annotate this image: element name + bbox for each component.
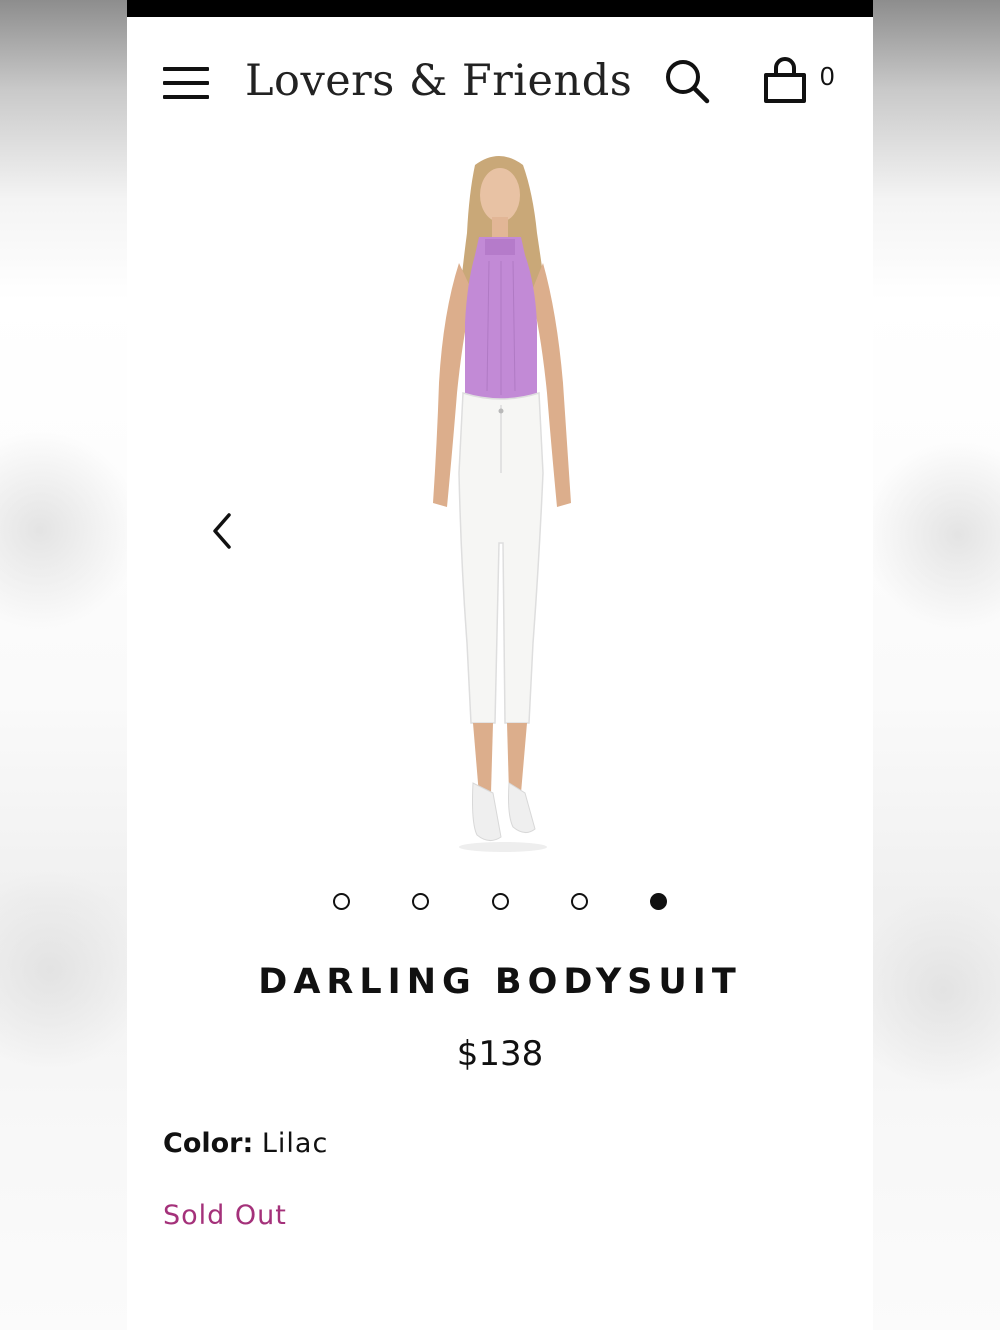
brand-logo[interactable]: Lovers & Friends — [245, 53, 632, 109]
product-photo[interactable] — [397, 143, 607, 855]
gallery-pagination — [127, 890, 873, 914]
color-label: Color: — [163, 1128, 254, 1159]
menu-icon[interactable] — [163, 65, 209, 101]
cart-count: 0 — [820, 61, 835, 91]
availability-status: Sold Out — [163, 1200, 287, 1231]
backdrop-left — [0, 0, 140, 1330]
shopping-bag-icon[interactable] — [761, 55, 809, 105]
site-header: Lovers & Friends 0 — [127, 17, 873, 135]
gallery-dot-1[interactable] — [333, 893, 350, 910]
color-selection: Color: Lilac — [163, 1128, 328, 1159]
backdrop-right — [853, 0, 1000, 1330]
status-bar — [127, 0, 873, 17]
gallery-dot-2[interactable] — [412, 893, 429, 910]
gallery-dot-4[interactable] — [571, 893, 588, 910]
gallery-dot-5[interactable] — [650, 893, 667, 910]
app-screen: Lovers & Friends 0 DARLING BODYSUIT $138… — [127, 0, 873, 1330]
search-icon[interactable] — [663, 57, 711, 105]
color-value: Lilac — [261, 1128, 329, 1159]
product-gallery[interactable] — [127, 135, 873, 860]
product-price: $138 — [456, 1034, 544, 1074]
product-title: DARLING BODYSUIT — [258, 962, 742, 1002]
gallery-dot-3[interactable] — [492, 893, 509, 910]
chevron-left-icon[interactable] — [205, 509, 239, 553]
